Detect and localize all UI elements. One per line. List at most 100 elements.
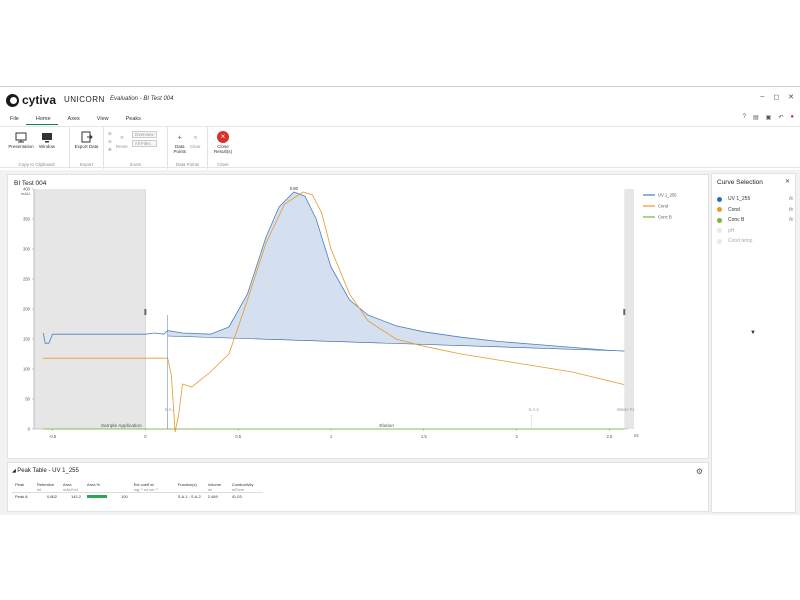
- y-tick-label: 100: [23, 367, 31, 372]
- curve-item-cond[interactable]: Cond fx: [717, 205, 793, 216]
- peak-table: Peak Retention ml Area mAU*ml Area % Ext c…: [12, 482, 263, 500]
- monitor-icon: [41, 131, 54, 143]
- ribbon-group-clipboard: Presentation Window Copy to Clipboard: [4, 127, 70, 169]
- close-results-icon: ×: [217, 131, 230, 143]
- overview-button[interactable]: Overview: [131, 131, 157, 138]
- col-area[interactable]: Area mAU*ml: [60, 482, 84, 493]
- menu-bar: File Home Axes View Peaks ? ▤ ▣ ↶ ●: [0, 113, 800, 125]
- y-tick-label: 200: [23, 307, 31, 312]
- col-ext-coeff[interactable]: Ext coeff at mg⁻¹ ml cm⁻¹: [131, 482, 175, 493]
- y-tick-label: 50: [25, 397, 30, 402]
- undo-icon[interactable]: ↶: [778, 114, 783, 121]
- curve-color-dot: [717, 238, 722, 244]
- peak-table-title: ◢ Peak Table - UV 1_255: [12, 468, 79, 474]
- curve-color-dot: [717, 196, 722, 202]
- cell-fractions: S.A.1 - S.A.2: [174, 492, 205, 500]
- fx-icon[interactable]: fx: [789, 207, 793, 213]
- title-bar: cytiva UNICORN Evaluation - BI Test 004 …: [0, 87, 800, 111]
- gear-icon[interactable]: ⚙: [696, 467, 703, 476]
- maximize-button[interactable]: ◻: [773, 93, 779, 101]
- col-volume[interactable]: Volume ml: [205, 482, 229, 493]
- workspace: BI Test 004 mAU 0 50 100 150 200 250 300 350 400…: [0, 170, 800, 515]
- y-tick-label: 300: [23, 247, 31, 252]
- y-tick-label: 250: [23, 277, 31, 282]
- group-label-clipboard: Copy to Clipboard: [18, 162, 55, 167]
- fx-icon[interactable]: fx: [789, 196, 793, 202]
- table-row[interactable]: Peak A 0.802 143.2 100 S.A.1 - S.A.2 2.4…: [12, 492, 263, 500]
- fraction-label: S.A.1: [165, 407, 176, 412]
- expand-list-icon[interactable]: ▼: [750, 330, 756, 336]
- menu-peaks[interactable]: Peaks: [116, 113, 148, 125]
- col-peak[interactable]: Peak: [12, 482, 34, 493]
- y-tick-label: 400: [23, 187, 31, 192]
- legend-label: Conc B: [658, 215, 672, 220]
- window-label: Window: [38, 144, 55, 149]
- waste-label: Waste F1: [617, 407, 635, 412]
- peak-table-header: Peak Retention ml Area mAU*ml Area % Ext c…: [12, 482, 263, 493]
- menu-axes[interactable]: Axes: [58, 113, 87, 125]
- ribbon-group-data-points: ✛ Data Points ⟲ Clear Data Points: [168, 127, 208, 169]
- menu-view[interactable]: View: [87, 113, 116, 125]
- ribbon-toolbar: Presentation Window Copy to Clipboard Ex…: [0, 126, 800, 169]
- cell-area: 143.2: [60, 492, 84, 500]
- peak-table-panel: ◢ Peak Table - UV 1_255 ⚙ Peak Retention…: [7, 462, 709, 512]
- document-icon[interactable]: ▤: [753, 114, 759, 121]
- right-handle: [623, 309, 626, 315]
- phase-label-sample-application: Sample Application: [101, 423, 142, 429]
- x-axis-unit: ml: [634, 433, 638, 438]
- curve-item-ph[interactable]: pH: [717, 226, 793, 237]
- peak-table-title-text: Peak Table - UV 1_255: [17, 468, 79, 474]
- y-tick-label: 0: [28, 427, 31, 432]
- x-tick-label: 2: [515, 434, 518, 439]
- col-area-pct[interactable]: Area %: [84, 482, 131, 493]
- peak-area: [167, 192, 625, 351]
- ribbon-group-export: Export Data Export: [70, 127, 104, 169]
- cell-volume: 2.469: [204, 492, 229, 500]
- curve-item-uv[interactable]: UV 1_255 fx: [717, 194, 793, 205]
- reset-label: Reset: [115, 144, 128, 149]
- phase-label-elution: Elution: [379, 423, 394, 429]
- menu-home[interactable]: Home: [25, 113, 58, 125]
- x-tick-label: 0: [144, 434, 147, 439]
- group-label-close: Close: [217, 162, 229, 167]
- y-tick-label: 350: [23, 217, 31, 222]
- export-icon: [80, 131, 93, 143]
- product-name: UNICORN: [64, 95, 105, 104]
- save-icon[interactable]: ▣: [766, 114, 772, 121]
- legend-label: Cond: [658, 204, 669, 209]
- group-label-export: Export: [79, 162, 93, 167]
- curve-selection-panel: Curve Selection ✕ UV 1_255 fx Cond fx Conc…: [711, 173, 796, 513]
- application-window: cytiva UNICORN Evaluation - BI Test 004 …: [0, 86, 800, 515]
- col-retention[interactable]: Retention ml: [34, 482, 60, 493]
- clear-label: Clear: [189, 144, 201, 149]
- all-files-button[interactable]: All Files: [131, 140, 157, 147]
- help-icon[interactable]: ?: [743, 114, 746, 121]
- col-conductivity[interactable]: Conductivity mS/cm: [229, 482, 263, 493]
- end-region: [624, 189, 634, 429]
- col-fractions[interactable]: Fraction(s): [175, 482, 205, 493]
- fx-icon[interactable]: fx: [789, 217, 793, 223]
- close-panel-icon[interactable]: ✕: [785, 178, 790, 185]
- group-label-zoom: Zoom: [129, 162, 142, 167]
- cytiva-logo-icon: [6, 93, 19, 107]
- ribbon-group-zoom: ⊕ ⊖ ✥ ⟲ Reset Overview All Files Zoom: [104, 127, 168, 169]
- minimize-button[interactable]: –: [760, 93, 764, 101]
- data-points-label: Data Points: [173, 144, 186, 154]
- close-icon[interactable]: ●: [790, 114, 794, 121]
- curve-item-cond-temp[interactable]: Cond temp: [717, 236, 793, 247]
- cytiva-logo: cytiva: [6, 93, 56, 107]
- curve-color-dot: [717, 228, 722, 234]
- cell-ext-coeff: [130, 492, 175, 500]
- x-tick-label: 1.5: [421, 434, 427, 439]
- cell-conductivity: 41.03: [228, 492, 263, 500]
- injection-region: [34, 189, 146, 429]
- area-pct-bar: [87, 495, 107, 498]
- presentation-icon: [15, 131, 28, 143]
- menu-file[interactable]: File: [0, 113, 26, 125]
- close-window-button[interactable]: ✕: [788, 93, 794, 101]
- curve-item-conc-b[interactable]: Conc Bfx: [717, 215, 793, 226]
- chromatogram-chart[interactable]: 0 50 100 150 200 250 300 350 400 -0.5 0 0.5 1 1.5 2 2.5…: [8, 175, 708, 458]
- presentation-label: Presentation: [8, 144, 34, 149]
- legend-label: UV 1_255: [658, 193, 677, 198]
- export-data-label: Export Data: [74, 144, 99, 149]
